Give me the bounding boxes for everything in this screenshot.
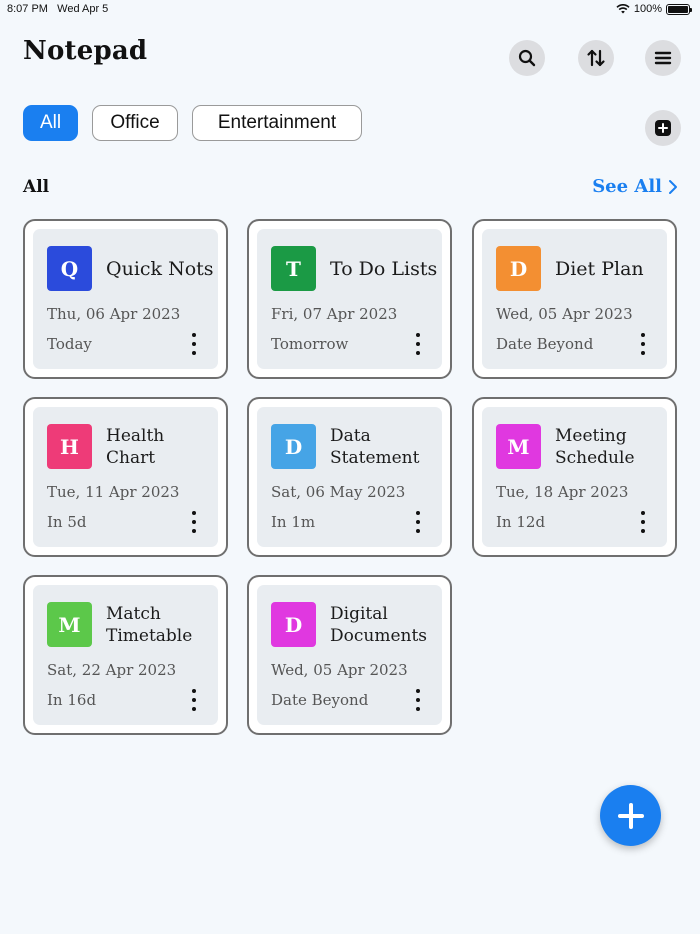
note-title: Data Statement <box>330 425 420 468</box>
add-note-button[interactable] <box>600 785 661 846</box>
more-options-icon[interactable] <box>190 511 198 533</box>
note-date: Tue, 11 Apr 2023 <box>47 483 180 501</box>
section-title: All <box>23 177 50 197</box>
note-card[interactable]: T To Do Lists Fri, 07 Apr 2023 Tomorrow <box>247 219 452 379</box>
plus-square-icon <box>655 120 671 136</box>
note-card-body: H Health Chart Tue, 11 Apr 2023 In 5d <box>33 407 218 547</box>
menu-button[interactable] <box>645 40 681 76</box>
note-relative-date: In 5d <box>47 513 87 531</box>
category-chip-entertainment[interactable]: Entertainment <box>192 105 362 141</box>
note-card[interactable]: D Diet Plan Wed, 05 Apr 2023 Date Beyond <box>472 219 677 379</box>
more-options-icon[interactable] <box>190 333 198 355</box>
more-options-icon[interactable] <box>414 333 422 355</box>
note-badge: Q <box>47 246 92 291</box>
app-title: Notepad <box>23 36 148 66</box>
note-relative-date: Date Beyond <box>271 691 369 709</box>
note-relative-date: In 12d <box>496 513 546 531</box>
more-options-icon[interactable] <box>639 511 647 533</box>
add-category-button[interactable] <box>645 110 681 146</box>
status-right: 100% <box>616 3 692 15</box>
note-card-body: M Meeting Schedule Tue, 18 Apr 2023 In 12d <box>482 407 667 547</box>
note-card[interactable]: M Match Timetable Sat, 22 Apr 2023 In 16d <box>23 575 228 735</box>
status-date-text: Wed Apr 5 <box>57 3 109 15</box>
note-title: Diet Plan <box>555 257 644 280</box>
search-button[interactable] <box>509 40 545 76</box>
note-relative-date: Today <box>47 335 92 353</box>
note-card-body: D Diet Plan Wed, 05 Apr 2023 Date Beyond <box>482 229 667 369</box>
note-date: Sat, 06 May 2023 <box>271 483 406 501</box>
search-icon <box>518 49 536 67</box>
plus-icon <box>617 802 644 829</box>
note-badge: D <box>271 424 316 469</box>
note-date: Sat, 22 Apr 2023 <box>47 661 177 679</box>
note-relative-date: Tomorrow <box>271 335 349 353</box>
note-card[interactable]: H Health Chart Tue, 11 Apr 2023 In 5d <box>23 397 228 557</box>
note-card-body: M Match Timetable Sat, 22 Apr 2023 In 16d <box>33 585 218 725</box>
note-date: Thu, 06 Apr 2023 <box>47 305 181 323</box>
note-card[interactable]: D Digital Documents Wed, 05 Apr 2023 Date B… <box>247 575 452 735</box>
note-badge: M <box>496 424 541 469</box>
note-relative-date: In 1m <box>271 513 316 531</box>
note-date: Tue, 18 Apr 2023 <box>496 483 629 501</box>
note-card-body: D Digital Documents Wed, 05 Apr 2023 Date B… <box>257 585 442 725</box>
battery-icon <box>666 3 692 15</box>
category-chip-all[interactable]: All <box>23 105 78 141</box>
note-relative-date: Date Beyond <box>496 335 594 353</box>
status-time: 8:07 PM Wed Apr 5 <box>7 3 108 15</box>
note-card[interactable]: M Meeting Schedule Tue, 18 Apr 2023 In 12d <box>472 397 677 557</box>
note-date: Wed, 05 Apr 2023 <box>271 661 408 679</box>
note-date: Wed, 05 Apr 2023 <box>496 305 633 323</box>
note-title: Quick Nots <box>106 257 214 280</box>
wifi-icon <box>616 4 630 14</box>
see-all-label: See All <box>592 176 662 197</box>
note-badge: M <box>47 602 92 647</box>
note-title: Match Timetable <box>106 603 193 646</box>
more-options-icon[interactable] <box>639 333 647 355</box>
note-badge: T <box>271 246 316 291</box>
note-date: Fri, 07 Apr 2023 <box>271 305 398 323</box>
more-options-icon[interactable] <box>414 511 422 533</box>
chevron-right-icon <box>669 179 677 194</box>
note-title: Meeting Schedule <box>555 425 635 468</box>
note-card[interactable]: Q Quick Nots Thu, 06 Apr 2023 Today <box>23 219 228 379</box>
note-title: To Do Lists <box>330 257 438 280</box>
sort-button[interactable] <box>578 40 614 76</box>
note-card-body: Q Quick Nots Thu, 06 Apr 2023 Today <box>33 229 218 369</box>
note-relative-date: In 16d <box>47 691 97 709</box>
note-card-body: T To Do Lists Fri, 07 Apr 2023 Tomorrow <box>257 229 442 369</box>
battery-percent: 100% <box>633 3 662 15</box>
note-title: Health Chart <box>106 425 165 468</box>
see-all-link[interactable]: See All <box>592 176 678 197</box>
note-badge: H <box>47 424 92 469</box>
note-badge: D <box>271 602 316 647</box>
note-title: Digital Documents <box>330 603 428 646</box>
status-bar: 8:07 PM Wed Apr 5 100% <box>0 0 700 20</box>
menu-icon <box>654 51 672 65</box>
more-options-icon[interactable] <box>414 689 422 711</box>
category-chip-office[interactable]: Office <box>92 105 178 141</box>
more-options-icon[interactable] <box>190 689 198 711</box>
note-badge: D <box>496 246 541 291</box>
note-card[interactable]: D Data Statement Sat, 06 May 2023 In 1m <box>247 397 452 557</box>
note-card-body: D Data Statement Sat, 06 May 2023 In 1m <box>257 407 442 547</box>
sort-icon <box>587 49 605 67</box>
status-time-text: 8:07 PM <box>7 3 48 15</box>
